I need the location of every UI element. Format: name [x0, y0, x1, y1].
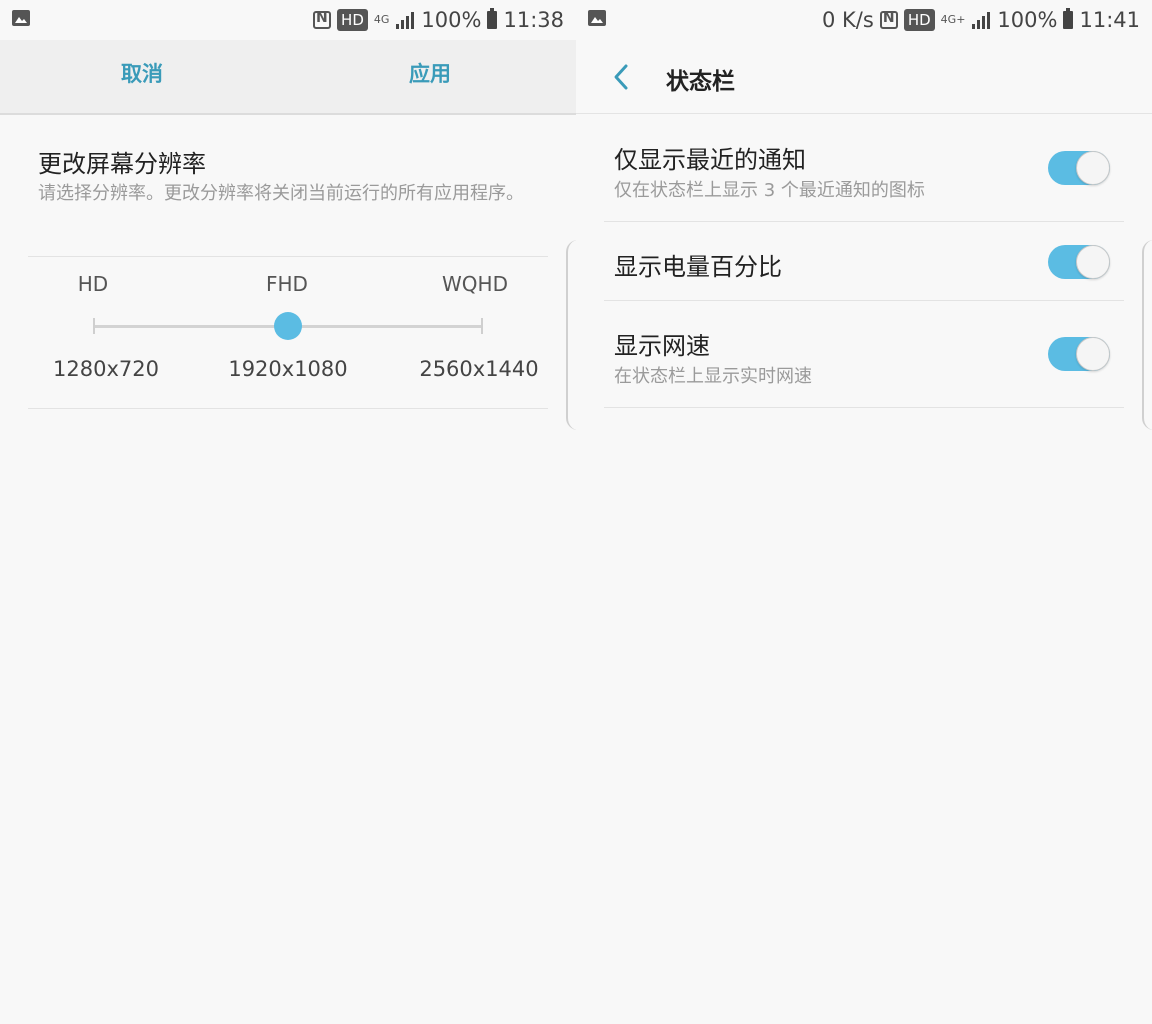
setting-title-recent-notifications[interactable]: 仅显示最近的通知: [614, 140, 806, 175]
divider: [604, 300, 1124, 301]
back-arrow-icon[interactable]: [610, 62, 632, 92]
divider: [604, 221, 1124, 222]
resolution-screen: HD 4G 100% 11:38 取消 应用 更改屏幕分辨率 请选择分辨率。更改…: [0, 0, 576, 1024]
toggle-knob: [1076, 151, 1110, 185]
edge-panel-handle: [1142, 240, 1152, 430]
slider-start-tick: [93, 318, 95, 334]
cancel-button[interactable]: 取消: [121, 58, 163, 88]
edge-panel-handle: [566, 240, 576, 430]
option-value-wqhd: 2560x1440: [419, 357, 539, 381]
clock: 11:41: [1079, 8, 1140, 32]
battery-icon: [1063, 8, 1074, 29]
setting-subtitle-recent-notifications: 仅在状态栏上显示 3 个最近通知的图标: [614, 180, 925, 201]
toggle-knob: [1076, 245, 1110, 279]
nfc-icon: [879, 10, 898, 29]
setting-subtitle-network-speed: 在状态栏上显示实时网速: [614, 366, 812, 387]
status-bar: HD 4G 100% 11:38: [0, 0, 576, 40]
toggle-knob: [1076, 337, 1110, 371]
divider: [28, 256, 548, 257]
network-speed: 0 K/s: [822, 8, 874, 32]
mobile-data-icon: 4G: [373, 13, 390, 26]
signal-icon: [972, 12, 991, 29]
clock: 11:38: [503, 8, 564, 32]
setting-title-battery-percent[interactable]: 显示电量百分比: [614, 247, 782, 282]
option-value-fhd: 1920x1080: [228, 357, 348, 381]
resolution-slider-thumb[interactable]: [274, 312, 302, 340]
recent-notifications-toggle[interactable]: [1048, 151, 1110, 185]
option-name-fhd: FHD: [266, 272, 308, 296]
battery-icon: [487, 8, 498, 29]
battery-percent: 100%: [421, 8, 482, 32]
battery-percent: 100%: [997, 8, 1058, 32]
resolution-description: 请选择分辨率。更改分辨率将关闭当前运行的所有应用程序。: [38, 183, 524, 204]
hd-voice-icon: HD: [337, 9, 368, 31]
resolution-title: 更改屏幕分辨率: [38, 150, 206, 178]
option-name-hd: HD: [77, 272, 109, 296]
signal-icon: [396, 12, 415, 29]
apply-button[interactable]: 应用: [409, 58, 451, 88]
hd-voice-icon: HD: [903, 9, 935, 31]
setting-title-network-speed[interactable]: 显示网速: [614, 326, 710, 361]
title-bar: 状态栏: [576, 40, 1152, 114]
nfc-icon: [313, 10, 332, 29]
option-name-wqhd: WQHD: [442, 272, 508, 296]
gallery-notification-icon: [588, 10, 606, 26]
page-title: 状态栏: [666, 69, 735, 95]
network-speed-toggle[interactable]: [1048, 337, 1110, 371]
option-value-hd: 1280x720: [53, 357, 159, 381]
gallery-notification-icon: [12, 10, 30, 26]
action-header: 取消 应用: [0, 40, 576, 115]
status-bar-settings-screen: 0 K/s HD 4G+ 100% 11:41 状态栏 仅显示最近的通知 仅在状…: [576, 0, 1152, 1024]
slider-end-tick: [481, 318, 483, 334]
mobile-data-icon: 4G+: [940, 13, 966, 26]
divider: [604, 407, 1124, 408]
divider: [28, 408, 548, 409]
battery-percent-toggle[interactable]: [1048, 245, 1110, 279]
status-bar: 0 K/s HD 4G+ 100% 11:41: [576, 0, 1152, 40]
